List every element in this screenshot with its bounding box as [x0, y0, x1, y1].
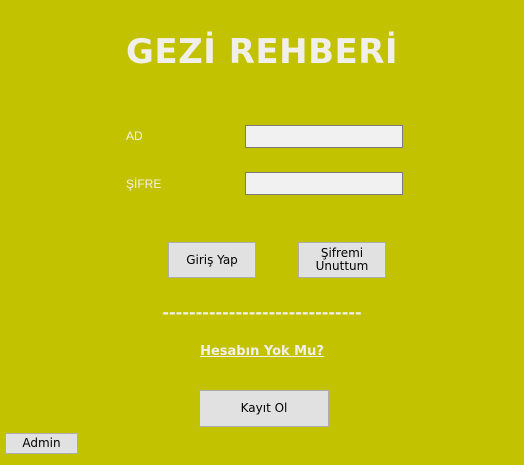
no-account-link[interactable]: Hesabın Yok Mu? — [0, 344, 524, 359]
app-title: GEZİ REHBERİ — [125, 32, 399, 72]
divider-line: ------------------------------ — [162, 303, 362, 322]
name-input[interactable] — [245, 125, 403, 148]
login-button[interactable]: Giriş Yap — [168, 242, 256, 278]
password-input[interactable] — [245, 172, 403, 195]
name-label: AD — [126, 129, 143, 143]
admin-button[interactable]: Admin — [5, 433, 78, 454]
forgot-password-button[interactable]: Şifremi Unuttum — [298, 242, 386, 278]
password-label: ŞİFRE — [126, 177, 162, 191]
register-button[interactable]: Kayıt Ol — [199, 390, 329, 427]
